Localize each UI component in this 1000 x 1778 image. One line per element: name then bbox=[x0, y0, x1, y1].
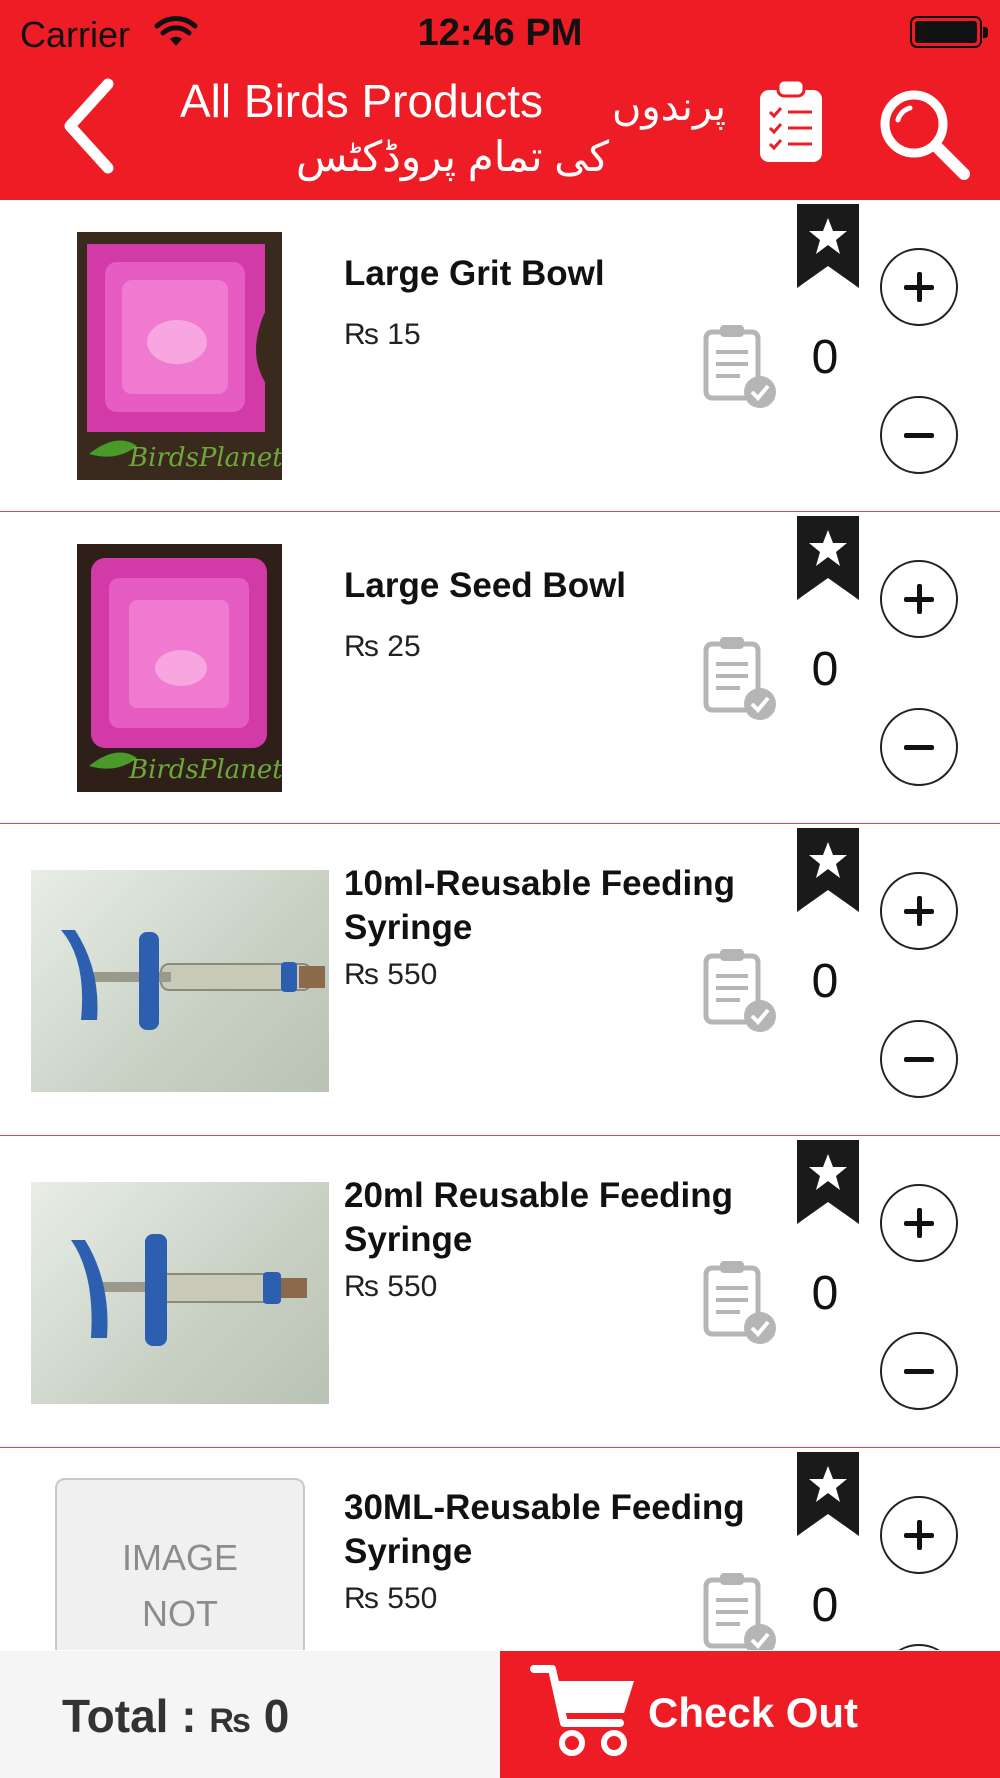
product-name: 10ml-Reusable Feeding Syringe bbox=[344, 864, 735, 947]
product-list[interactable]: BirdsPlanet Large Grit Bowl ₨ 15 0 Birds… bbox=[0, 200, 1000, 1650]
checkout-bar: Total : ₨ 0 Check Out bbox=[0, 1651, 1000, 1778]
clipboard-check-icon[interactable] bbox=[700, 946, 780, 1036]
product-row: 10ml-Reusable Feeding Syringe ₨ 550 0 bbox=[0, 824, 1000, 1136]
product-name: Large Grit Bowl bbox=[344, 254, 605, 293]
product-name: 30ML-Reusable Feeding Syringe bbox=[344, 1488, 745, 1571]
total-panel: Total : ₨ 0 bbox=[0, 1651, 500, 1778]
product-price: ₨ 25 bbox=[344, 630, 421, 663]
quantity-value: 0 bbox=[811, 643, 839, 696]
decrease-quantity-button[interactable] bbox=[880, 708, 958, 786]
increase-quantity-button[interactable] bbox=[880, 1496, 958, 1574]
product-price: ₨ 550 bbox=[344, 1270, 438, 1303]
decrease-quantity-button[interactable] bbox=[880, 396, 958, 474]
decrease-quantity-button[interactable] bbox=[880, 1020, 958, 1098]
page-title-english: All Birds Products bbox=[180, 75, 544, 127]
svg-text:BirdsPlanet: BirdsPlanet bbox=[128, 755, 282, 785]
quantity-value: 0 bbox=[811, 1267, 839, 1320]
bookmark-star-icon[interactable] bbox=[797, 1140, 859, 1224]
quantity-value: 0 bbox=[811, 955, 839, 1008]
product-price: ₨ 15 bbox=[344, 318, 421, 351]
bookmark-star-icon[interactable] bbox=[797, 1452, 859, 1536]
svg-text:BirdsPlanet: BirdsPlanet bbox=[128, 443, 282, 473]
product-name: 20ml Reusable Feeding Syringe bbox=[344, 1176, 734, 1259]
bookmark-star-icon[interactable] bbox=[797, 516, 859, 600]
back-chevron-icon[interactable] bbox=[56, 76, 126, 176]
bookmark-star-icon[interactable] bbox=[797, 204, 859, 288]
search-icon[interactable] bbox=[876, 86, 972, 182]
total-amount: Total : ₨ 0 bbox=[62, 1690, 290, 1742]
product-price: ₨ 550 bbox=[344, 1582, 438, 1615]
placeholder-text: IMAGE NOT AVAILABLE bbox=[86, 1537, 275, 1650]
product-image[interactable]: BirdsPlanet bbox=[77, 544, 282, 792]
decrease-quantity-button[interactable] bbox=[880, 1644, 958, 1650]
increase-quantity-button[interactable] bbox=[880, 248, 958, 326]
product-row: BirdsPlanet Large Grit Bowl ₨ 15 0 bbox=[0, 200, 1000, 512]
quantity-value: 0 bbox=[811, 331, 839, 384]
product-row: 20ml Reusable Feeding Syringe ₨ 550 0 bbox=[0, 1136, 1000, 1448]
checkout-label: Check Out bbox=[648, 1689, 859, 1736]
clipboard-check-icon[interactable] bbox=[700, 1258, 780, 1348]
battery-icon bbox=[910, 16, 988, 48]
navigation-header: Carrier 12:46 PM All Birds Products پرند… bbox=[0, 0, 1000, 200]
status-time: 12:46 PM bbox=[417, 12, 583, 54]
decrease-quantity-button[interactable] bbox=[880, 1332, 958, 1410]
clipboard-check-icon[interactable] bbox=[700, 1570, 780, 1650]
checkout-button[interactable]: Check Out bbox=[500, 1651, 1000, 1778]
product-image[interactable] bbox=[31, 870, 329, 1092]
page-title-urdu-line1: پرندوں bbox=[612, 85, 727, 129]
product-image[interactable] bbox=[31, 1182, 329, 1404]
product-row: BirdsPlanet Large Seed Bowl ₨ 25 0 bbox=[0, 512, 1000, 824]
product-image[interactable]: BirdsPlanet bbox=[77, 232, 282, 480]
increase-quantity-button[interactable] bbox=[880, 872, 958, 950]
increase-quantity-button[interactable] bbox=[880, 1184, 958, 1262]
page-title-urdu-line2: کی تمام پروڈکٹس bbox=[296, 133, 610, 180]
product-name: Large Seed Bowl bbox=[344, 566, 627, 605]
product-price: ₨ 550 bbox=[344, 958, 438, 991]
image-not-available-placeholder[interactable]: IMAGE NOT AVAILABLE bbox=[55, 1478, 305, 1650]
cart-icon bbox=[530, 1665, 634, 1756]
increase-quantity-button[interactable] bbox=[880, 560, 958, 638]
status-bar: Carrier 12:46 PM bbox=[0, 0, 1000, 66]
clipboard-check-icon[interactable] bbox=[700, 322, 780, 412]
bookmark-star-icon[interactable] bbox=[797, 828, 859, 912]
product-row: IMAGE NOT AVAILABLE 30ML-Reusable Feedin… bbox=[0, 1448, 1000, 1650]
checklist-icon[interactable] bbox=[756, 78, 826, 164]
clipboard-check-icon[interactable] bbox=[700, 634, 780, 724]
quantity-value: 0 bbox=[811, 1579, 839, 1632]
